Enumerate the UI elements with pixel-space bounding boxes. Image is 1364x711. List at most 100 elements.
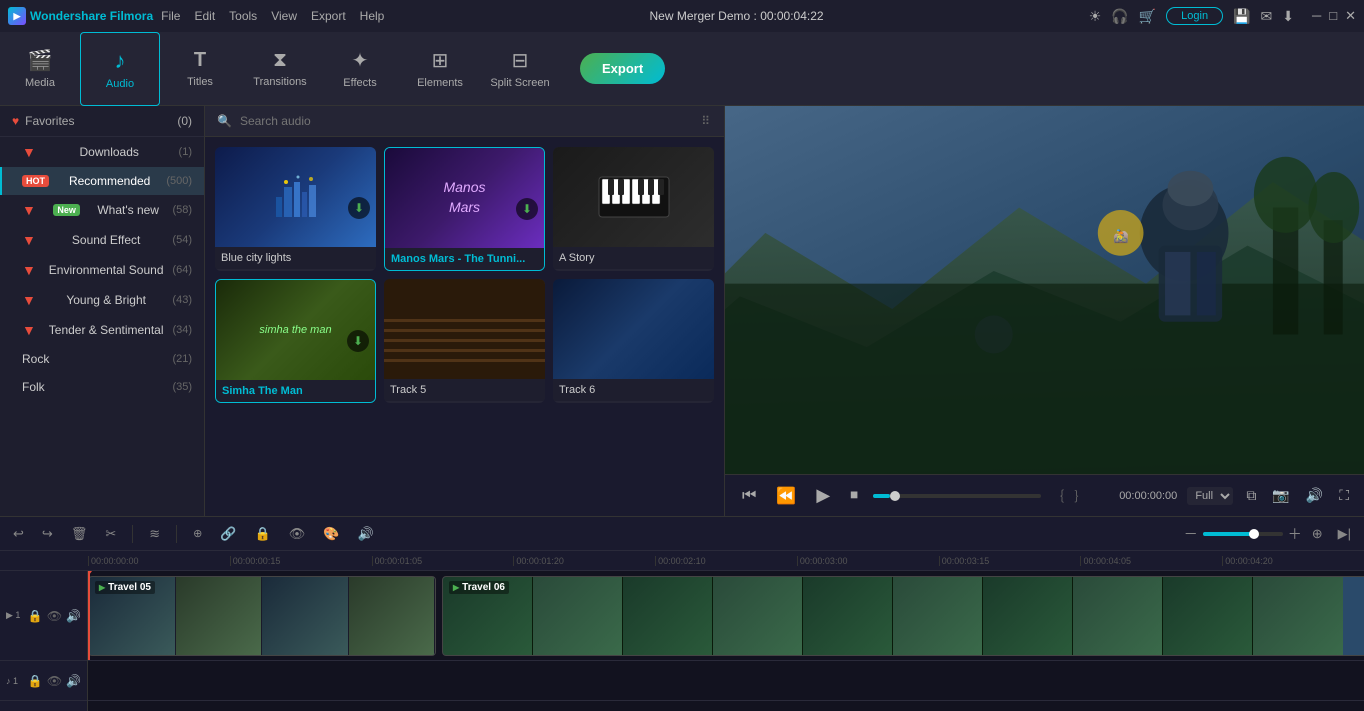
lock-button[interactable]: 🔒 [250, 523, 276, 545]
undo-button[interactable]: ↩ [8, 523, 29, 545]
toolbar-split-screen[interactable]: ⊟ Split Screen [480, 32, 560, 106]
close-button[interactable]: ✕ [1345, 8, 1356, 24]
login-button[interactable]: Login [1166, 7, 1223, 25]
add-marker-button[interactable]: ⊕ [188, 524, 207, 543]
toolbar-media[interactable]: 🎬 Media [0, 32, 80, 106]
zoom-slider[interactable] [1203, 532, 1283, 536]
audio-card-3[interactable]: A Story [553, 147, 714, 271]
whats-new-arrow: ▼ [22, 202, 36, 218]
menu-view[interactable]: View [271, 9, 297, 23]
sun-icon[interactable]: ☀ [1089, 8, 1102, 25]
audio-grid: ⬇ Blue city lights Manos Mars ⬇ Manos Ma… [205, 137, 724, 413]
audio-card-2[interactable]: Manos Mars ⬇ Manos Mars - The Tunni... [384, 147, 545, 271]
video-track: ▶ Travel 05 ▶ Travel 06 [88, 571, 1364, 661]
save-icon[interactable]: 💾 [1233, 8, 1250, 25]
audio-eye-icon[interactable]: 👁 [47, 674, 62, 688]
clip-travel05[interactable]: ▶ Travel 05 [88, 576, 436, 656]
zoom-controls: － ＋ ⊕ ▶| [1184, 523, 1356, 545]
menu-file[interactable]: File [161, 9, 180, 23]
minimize-button[interactable]: ─ [1312, 8, 1321, 24]
menu-help[interactable]: Help [360, 9, 385, 23]
toolbar-effects[interactable]: ✦ Effects [320, 32, 400, 106]
ruler-5: 00:00:03:00 [797, 556, 939, 566]
sidebar-item-recommended[interactable]: HOT Recommended (500) [0, 167, 204, 195]
sidebar-item-rock[interactable]: Rock (21) [0, 345, 204, 373]
rock-count: (21) [172, 353, 192, 365]
sidebar-item-sound-effect[interactable]: ▼ Sound Effect (54) [0, 225, 204, 255]
menu-tools[interactable]: Tools [229, 9, 257, 23]
cut-button[interactable]: ✂ [100, 523, 121, 545]
add-track-button[interactable]: ⊕ [1307, 523, 1328, 545]
audio-button[interactable]: 🔊 [352, 523, 378, 545]
menu-edit[interactable]: Edit [194, 9, 215, 23]
quality-selector[interactable]: Full 1/2 1/4 [1187, 487, 1233, 505]
progress-bar[interactable] [873, 494, 1041, 498]
audio-browser: 🔍 ⠿ [205, 106, 724, 516]
track-eye-icon[interactable]: 👁 [47, 609, 62, 623]
audio-card-1[interactable]: ⬇ Blue city lights [215, 147, 376, 271]
in-point-bracket: ｛ [1051, 486, 1064, 505]
download-overlay-4[interactable]: ⬇ [347, 330, 369, 352]
sidebar-item-downloads[interactable]: ▼ Downloads (1) [0, 137, 204, 167]
toolbar-titles[interactable]: T Titles [160, 32, 240, 106]
download-overlay-1[interactable]: ⬇ [348, 197, 370, 219]
sidebar-item-environmental[interactable]: ▼ Environmental Sound (64) [0, 255, 204, 285]
grid-options-icon[interactable]: ⠿ [701, 114, 712, 128]
color-button[interactable]: 🎨 [318, 523, 344, 545]
audio-card-4[interactable]: simha the man ⬇ Simha The Man [215, 279, 376, 403]
timeline-settings-button[interactable]: ▶| [1333, 523, 1356, 545]
toolbar-elements[interactable]: ⊞ Elements [400, 32, 480, 106]
young-bright-arrow: ▼ [22, 292, 36, 308]
download-overlay-2[interactable]: ⬇ [516, 198, 538, 220]
sidebar-item-young-bright[interactable]: ▼ Young & Bright (43) [0, 285, 204, 315]
skip-back-button[interactable]: ⏮ [737, 484, 761, 508]
sidebar-item-whats-new[interactable]: ▼ New What's new (58) [0, 195, 204, 225]
playhead [88, 571, 90, 660]
zoom-in-icon[interactable]: ＋ [1288, 524, 1302, 544]
export-button[interactable]: Export [580, 53, 665, 84]
clip2-thumbs [443, 577, 1364, 655]
recommended-count: (500) [166, 175, 192, 187]
sidebar-item-tender[interactable]: ▼ Tender & Sentimental (34) [0, 315, 204, 345]
fullscreen-icon[interactable]: ⛶ [1336, 487, 1352, 504]
snapshot-icon[interactable]: 📷 [1269, 487, 1292, 504]
search-input[interactable] [240, 114, 693, 128]
tender-count: (34) [172, 324, 192, 336]
download-icon[interactable]: ⬇ [1282, 8, 1294, 25]
toolbar-audio[interactable]: ♪ Audio [80, 32, 160, 106]
redo-button[interactable]: ↪ [37, 523, 58, 545]
track-volume-icon[interactable]: 🔊 [66, 609, 81, 623]
headphone-icon[interactable]: 🎧 [1111, 8, 1128, 25]
hide-button[interactable]: 👁 [284, 523, 311, 545]
audio-track-icons: 🔒 👁 🔊 [28, 674, 81, 688]
toolbar-transitions[interactable]: ⧗ Transitions [240, 32, 320, 106]
clip2-play-icon: ▶ [453, 583, 459, 592]
titlebar: ▶ Wondershare Filmora File Edit Tools Vi… [0, 0, 1364, 32]
pip-icon[interactable]: ⧉ [1243, 487, 1259, 504]
volume-icon[interactable]: 🔊 [1303, 487, 1326, 504]
audio-lock-icon[interactable]: 🔒 [28, 674, 43, 688]
cart-icon[interactable]: 🛒 [1139, 8, 1156, 25]
sidebar-item-folk[interactable]: Folk (35) [0, 373, 204, 401]
track-lock-icon[interactable]: 🔒 [28, 609, 43, 623]
menu-export[interactable]: Export [311, 9, 346, 23]
young-bright-label: Young & Bright [66, 293, 146, 307]
video-frame: 🚵 [725, 106, 1364, 474]
zoom-out-icon[interactable]: － [1184, 524, 1198, 544]
stop-button[interactable]: ⏹ [845, 484, 863, 508]
maximize-button[interactable]: □ [1329, 8, 1337, 24]
separator-1 [132, 525, 133, 543]
audio-vol-icon[interactable]: 🔊 [66, 674, 81, 688]
delete-button[interactable]: 🗑 [66, 523, 93, 545]
track-number: ▶ 1 [6, 610, 20, 621]
audio-card-6[interactable]: Track 6 [553, 279, 714, 403]
play-button[interactable]: ▶ [811, 482, 835, 509]
mail-icon[interactable]: ✉ [1261, 8, 1273, 25]
frame-back-button[interactable]: ⏪ [771, 483, 801, 509]
link-button[interactable]: 🔗 [215, 523, 241, 545]
env-sound-arrow: ▼ [22, 262, 36, 278]
clip-travel06[interactable]: ▶ Travel 06 [442, 576, 1364, 656]
audio-card-5[interactable]: Track 5 [384, 279, 545, 403]
favorites-item[interactable]: ♥ Favorites (0) [0, 106, 204, 137]
audio-waveform-button[interactable]: ≋ [144, 523, 165, 545]
